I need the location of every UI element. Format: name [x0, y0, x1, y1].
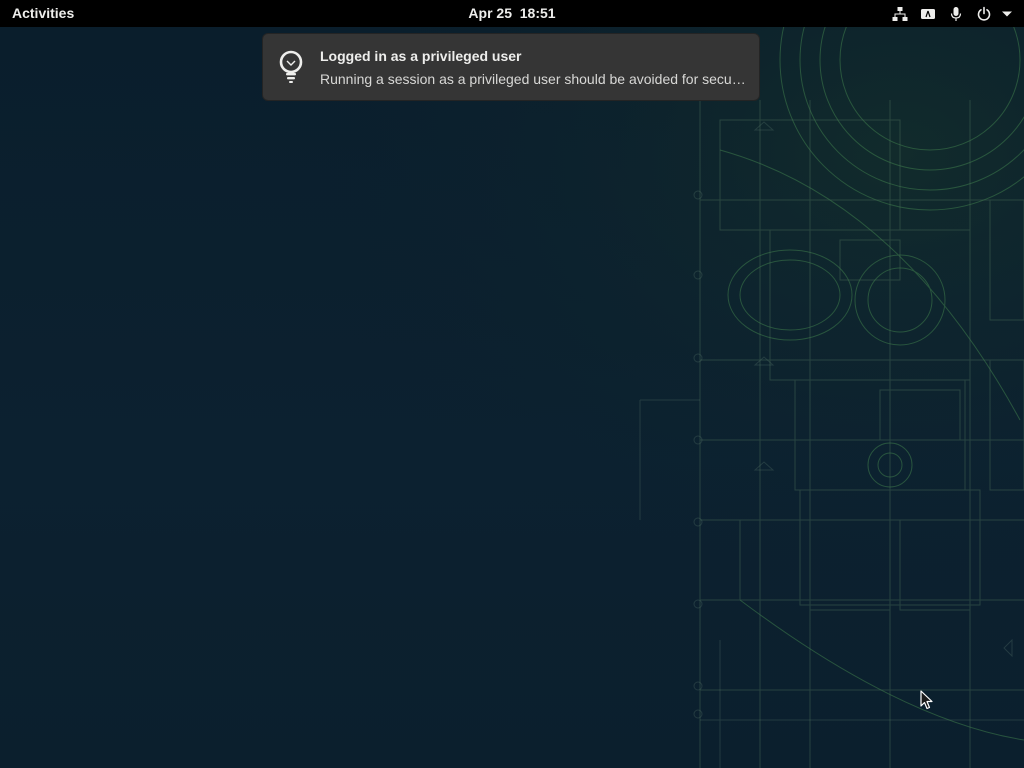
- mouse-pointer-icon: [920, 690, 933, 710]
- notification-title: Logged in as a privileged user: [320, 48, 522, 64]
- date-time-clock[interactable]: Apr 25 18:51: [440, 0, 584, 27]
- notification-body: Running a session as a privileged user s…: [320, 71, 748, 87]
- chevron-down-icon[interactable]: [1000, 0, 1014, 27]
- keyboard-layout-icon[interactable]: [916, 0, 940, 27]
- top-bar: Activities Apr 25 18:51: [0, 0, 1024, 27]
- desktop[interactable]: Activities Apr 25 18:51 Logged in as a p…: [0, 0, 1024, 768]
- wallpaper-blueprint: [0, 0, 1024, 768]
- microphone-icon[interactable]: [944, 0, 968, 27]
- network-icon[interactable]: [888, 0, 912, 27]
- system-tray[interactable]: [884, 0, 1014, 27]
- notification-banner[interactable]: Logged in as a privileged user Running a…: [262, 33, 760, 101]
- power-icon[interactable]: [972, 0, 996, 27]
- lightbulb-icon: [279, 50, 303, 83]
- activities-button[interactable]: Activities: [0, 0, 86, 27]
